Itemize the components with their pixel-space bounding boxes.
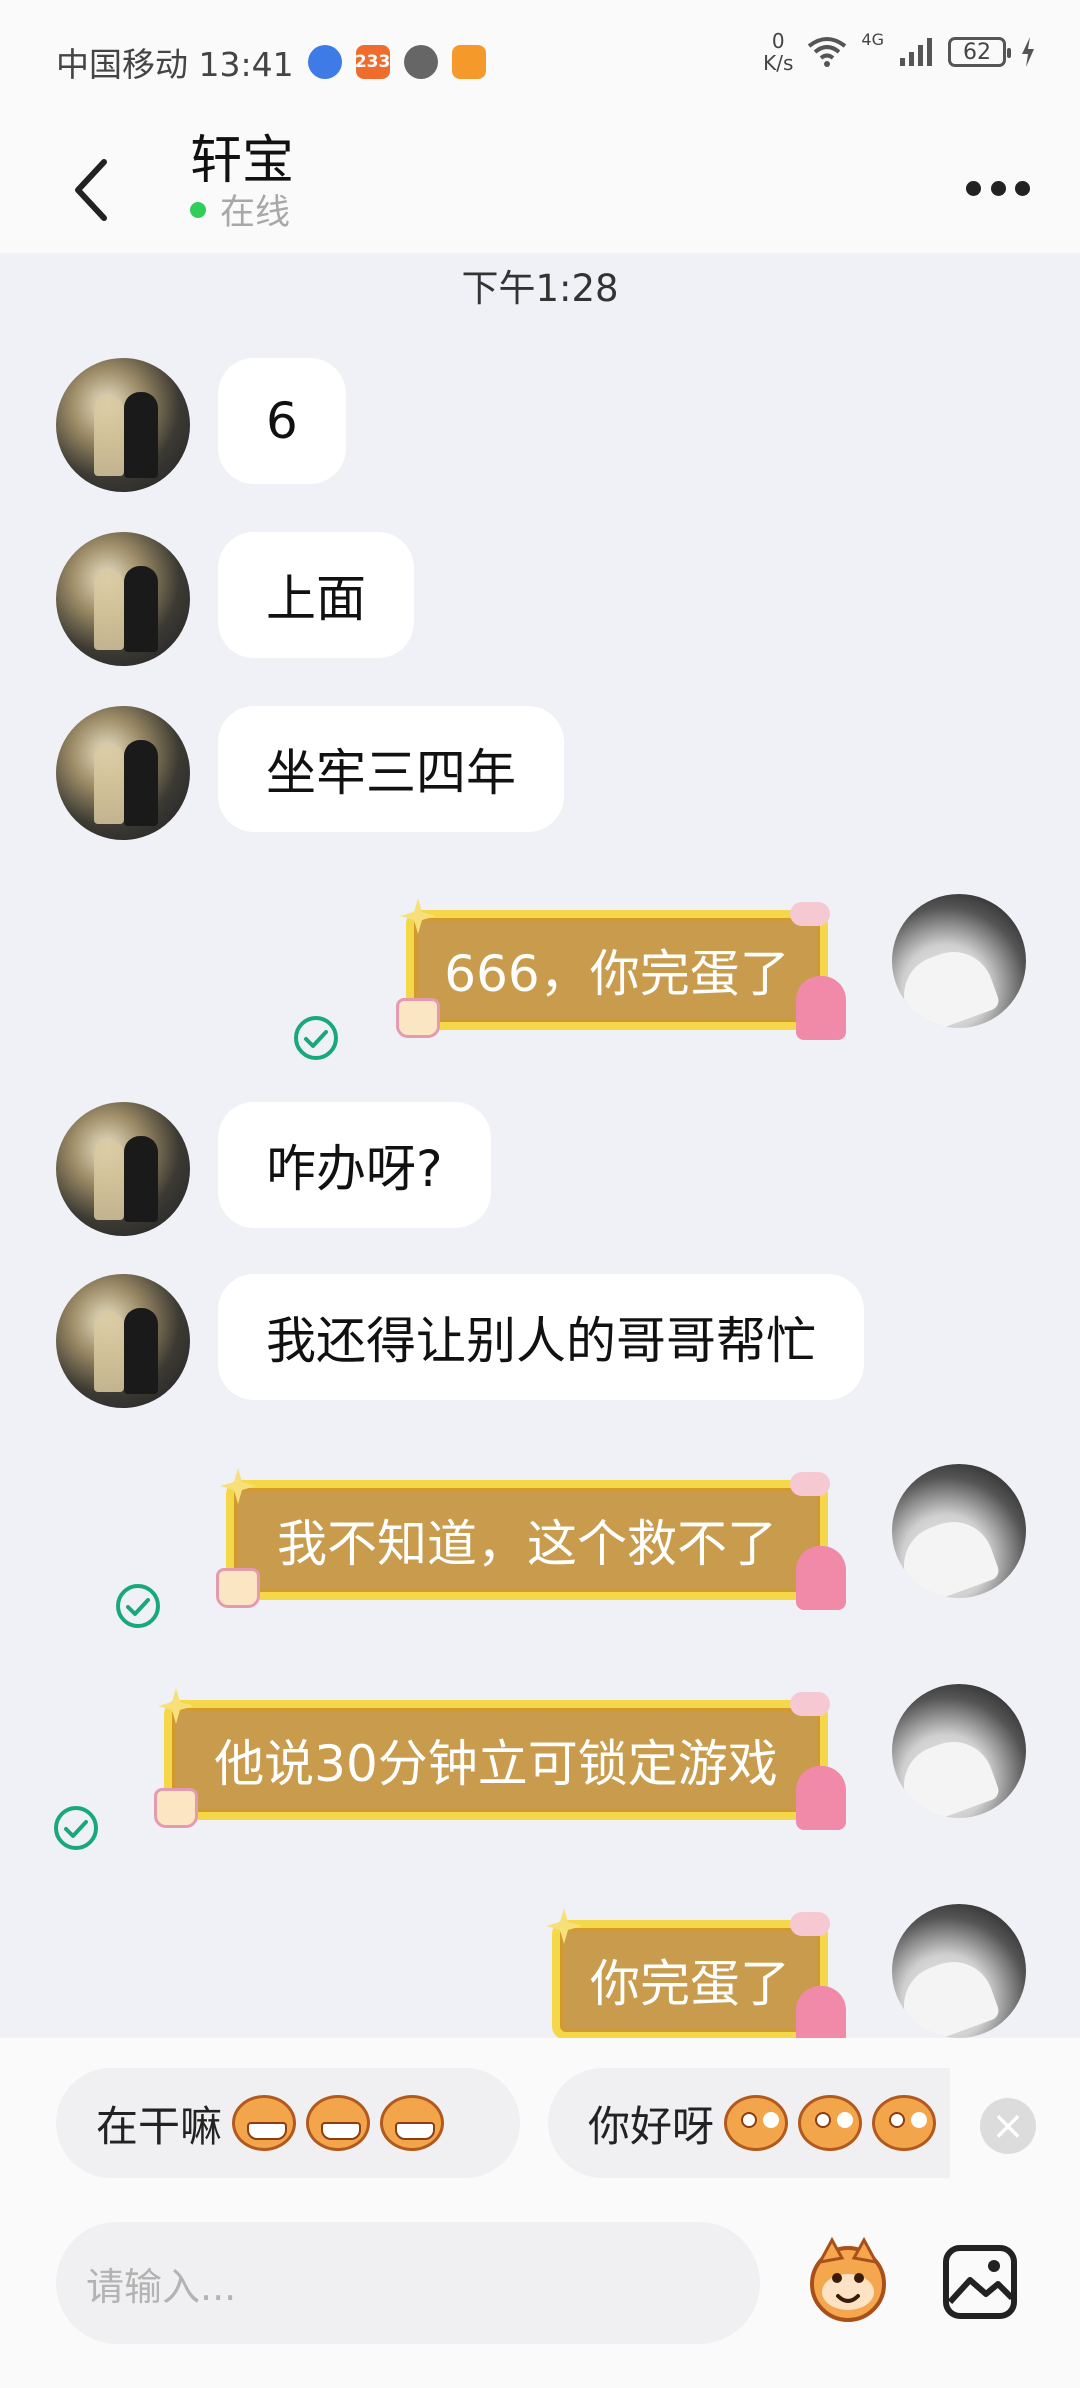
image-button[interactable]	[942, 2244, 1018, 2320]
character-decoration-icon	[796, 1546, 846, 1610]
incoming-message[interactable]: 我还得让别人的哥哥帮忙	[218, 1274, 864, 1400]
read-check-icon	[116, 1584, 160, 1628]
app-notification-icon	[307, 45, 342, 79]
signal-icon	[900, 38, 932, 66]
contact-avatar[interactable]	[56, 1102, 190, 1236]
close-icon: ×	[991, 2103, 1025, 2149]
my-avatar[interactable]	[892, 1684, 1026, 1818]
input-placeholder: 请输入...	[86, 2264, 237, 2309]
message-input[interactable]: 请输入...	[56, 2222, 760, 2344]
incoming-message[interactable]: 6	[218, 358, 346, 484]
online-status: 在线	[190, 184, 290, 235]
more-dot-icon	[1015, 180, 1030, 196]
battery-level: 62	[963, 39, 991, 65]
contact-avatar[interactable]	[56, 1274, 190, 1408]
flower-decoration-icon	[790, 1912, 830, 1936]
more-dot-icon	[990, 180, 1006, 196]
message-icon	[403, 45, 438, 79]
emoji-button[interactable]	[800, 2232, 896, 2328]
contact-avatar[interactable]	[56, 706, 190, 840]
badge-233-icon: 233	[355, 45, 390, 79]
grin-emoji-icon	[306, 2095, 371, 2151]
chat-header: 轩宝 在线	[0, 118, 1080, 253]
my-avatar[interactable]	[892, 1904, 1026, 2038]
outgoing-message[interactable]: 我不知道，这个救不了	[216, 1468, 846, 1610]
network-speed: 0 K/s	[763, 30, 793, 74]
contact-name: 轩宝	[190, 131, 295, 191]
monkey-emoji-icon	[724, 2095, 789, 2151]
app-icon	[451, 45, 486, 79]
flower-decoration-icon	[790, 1472, 830, 1496]
outgoing-message[interactable]: 他说30分钟立可锁定游戏	[154, 1688, 846, 1830]
more-button[interactable]	[958, 158, 1038, 218]
star-decoration-icon	[400, 898, 436, 934]
quick-reply-text: 你好呀	[588, 2101, 715, 2151]
status-bar-left: 中国移动 13:41 233	[56, 38, 486, 86]
read-check-icon	[54, 1806, 98, 1850]
cake-decoration-icon	[216, 1568, 260, 1608]
quick-reply-text: 在干嘛	[96, 2101, 223, 2151]
contact-avatar[interactable]	[56, 358, 190, 492]
contact-avatar[interactable]	[56, 532, 190, 666]
incoming-message[interactable]: 咋办呀?	[218, 1102, 491, 1228]
incoming-message[interactable]: 上面	[218, 532, 414, 658]
outgoing-message-text: 666，你完蛋了	[444, 945, 790, 1003]
my-avatar[interactable]	[892, 1464, 1026, 1598]
quick-reply-chip[interactable]: 在干嘛	[56, 2068, 520, 2178]
status-bar-right: 0 K/s 4G 62	[763, 30, 1036, 74]
flower-decoration-icon	[790, 902, 830, 926]
flower-decoration-icon	[790, 1692, 830, 1716]
monkey-emoji-icon	[872, 2095, 937, 2151]
incoming-message[interactable]: 坐牢三四年	[218, 706, 564, 832]
message-timestamp: 下午1:28	[461, 267, 619, 310]
status-bar: 中国移动 13:41 233 0 K/s 4G 62	[0, 0, 1080, 118]
carrier-time: 中国移动 13:41	[56, 45, 294, 84]
quick-reply-chip[interactable]: 你好呀	[548, 2068, 950, 2178]
character-decoration-icon	[796, 1766, 846, 1830]
star-decoration-icon	[220, 1468, 256, 1504]
charging-icon	[1022, 37, 1034, 67]
online-dot-icon	[190, 201, 206, 218]
wifi-icon	[808, 37, 847, 67]
online-status-label: 在线	[220, 193, 291, 233]
outgoing-message[interactable]: 666，你完蛋了	[396, 898, 846, 1040]
network-type: 4G	[861, 30, 884, 49]
chevron-left-icon	[75, 159, 107, 221]
outgoing-message[interactable]: 你完蛋了	[546, 1908, 846, 2050]
network-speed-value: 0	[771, 29, 785, 53]
more-dot-icon	[966, 180, 981, 196]
network-speed-unit: K/s	[763, 51, 794, 75]
monkey-emoji-icon	[798, 2095, 863, 2151]
cake-decoration-icon	[154, 1788, 198, 1828]
character-decoration-icon	[796, 976, 846, 1040]
read-check-icon	[294, 1016, 338, 1060]
outgoing-message-text: 我不知道，这个救不了	[277, 1515, 777, 1573]
cake-decoration-icon	[396, 998, 440, 1038]
close-quick-replies-button[interactable]: ×	[980, 2098, 1036, 2154]
my-avatar[interactable]	[892, 894, 1026, 1028]
star-decoration-icon	[158, 1688, 194, 1724]
grin-emoji-icon	[380, 2095, 445, 2151]
back-button[interactable]	[60, 138, 120, 228]
outgoing-message-text: 他说30分钟立可锁定游戏	[214, 1735, 778, 1793]
outgoing-message-text: 你完蛋了	[590, 1955, 790, 2013]
grin-emoji-icon	[232, 2095, 297, 2151]
star-decoration-icon	[546, 1908, 582, 1944]
battery-icon: 62	[948, 37, 1011, 67]
